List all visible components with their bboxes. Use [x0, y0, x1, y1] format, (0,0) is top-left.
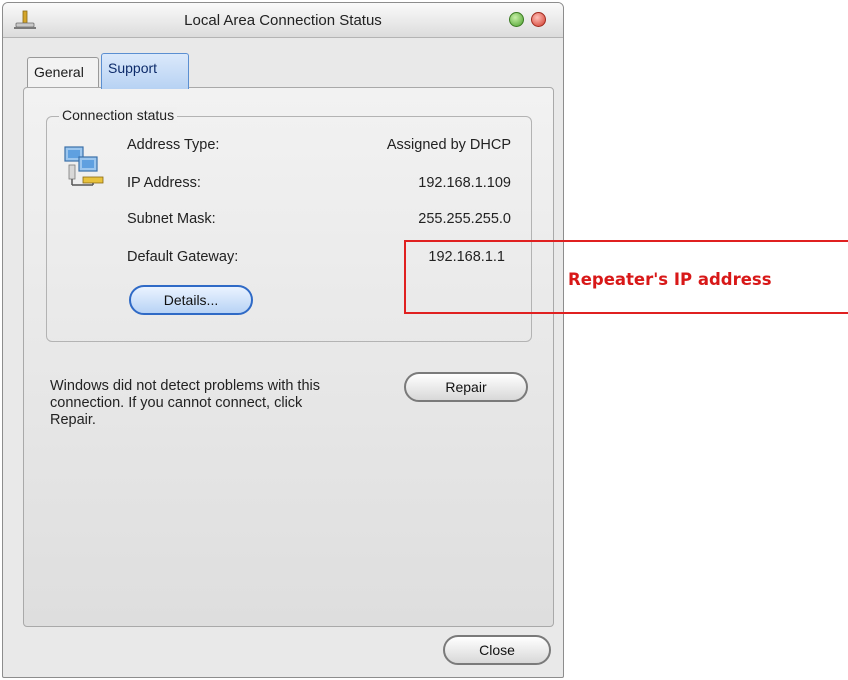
subnet-mask-label: Subnet Mask:: [127, 211, 216, 227]
close-icon[interactable]: [531, 12, 546, 27]
tab-support[interactable]: Support: [101, 53, 189, 89]
local-area-connection-status-window: Local Area Connection Status General Sup…: [2, 2, 564, 678]
support-tab-panel: Connection status Address Type: Assigned…: [23, 87, 554, 627]
subnet-mask-value: 255.255.255.0: [418, 211, 511, 227]
ip-address-label: IP Address:: [127, 175, 201, 191]
repeater-ip-annotation: Repeater's IP address: [568, 270, 772, 289]
minimize-icon[interactable]: [509, 12, 524, 27]
title-bar[interactable]: Local Area Connection Status: [3, 3, 563, 38]
tab-general[interactable]: General: [27, 57, 99, 87]
ip-address-value: 192.168.1.109: [418, 175, 511, 191]
connection-status-title: Connection status: [59, 107, 178, 123]
repair-message: Windows did not detect problems with thi…: [50, 378, 320, 428]
network-computers-icon: [64, 146, 104, 186]
address-type-label: Address Type:: [127, 137, 220, 153]
repair-button[interactable]: Repair: [404, 372, 528, 402]
close-button[interactable]: Close: [443, 635, 551, 665]
details-button[interactable]: Details...: [129, 285, 253, 315]
window-title: Local Area Connection Status: [184, 12, 382, 29]
address-type-value: Assigned by DHCP: [386, 137, 511, 153]
default-gateway-label: Default Gateway:: [127, 249, 239, 265]
